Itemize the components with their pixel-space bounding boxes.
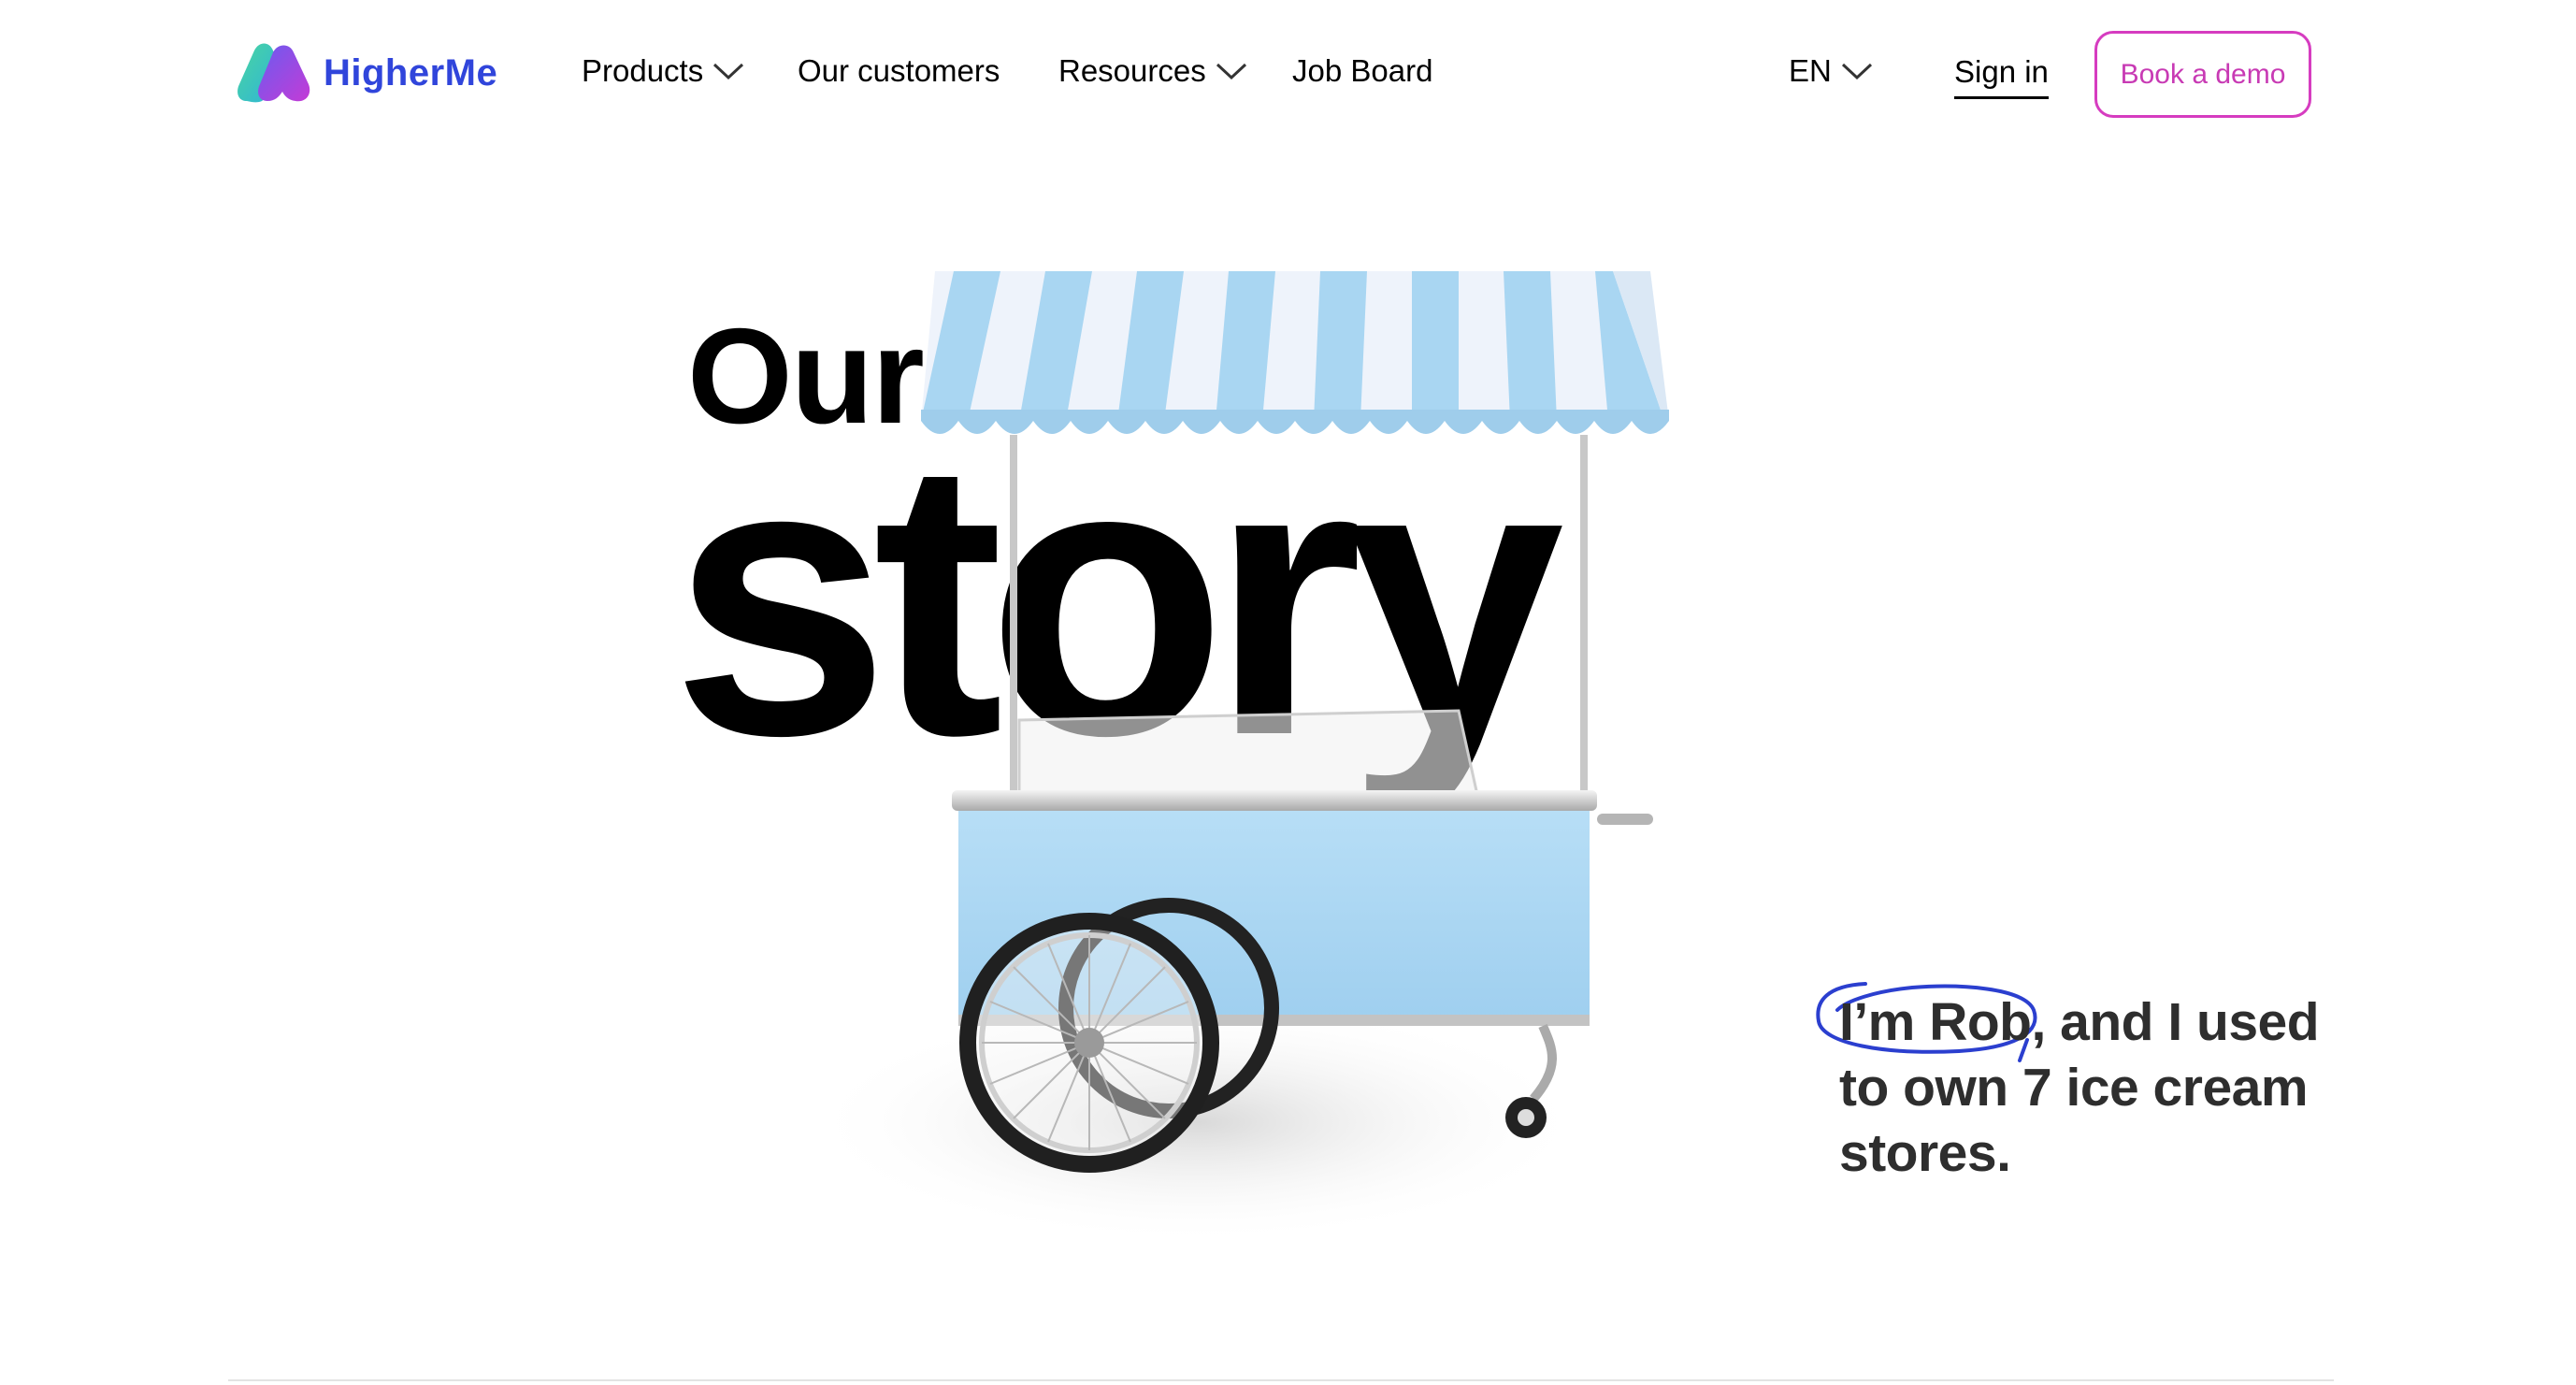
language-selector[interactable]: EN: [1789, 53, 1873, 89]
hero-intro-text: I’m Rob, and I used to own 7 ice cream s…: [1839, 989, 2325, 1186]
nav-resources[interactable]: Resources: [1058, 53, 1247, 89]
nav-our-customers-label: Our customers: [798, 53, 1000, 88]
language-label: EN: [1789, 53, 1832, 88]
nav-products[interactable]: Products: [582, 53, 744, 89]
chevron-down-icon: [713, 63, 744, 80]
nav-resources-label: Resources: [1058, 53, 1206, 88]
section-divider: [228, 1379, 2334, 1381]
nav-our-customers[interactable]: Our customers: [798, 53, 1000, 89]
higherme-logo-icon: [237, 43, 310, 103]
intro-highlight: I’m Rob,: [1839, 992, 2046, 1052]
chevron-down-icon: [1841, 63, 1872, 80]
nav-job-board-label: Job Board: [1292, 53, 1433, 88]
nav-products-label: Products: [582, 53, 704, 88]
book-demo-button[interactable]: Book a demo: [2094, 31, 2311, 118]
nav-job-board[interactable]: Job Board: [1292, 53, 1432, 89]
ice-cream-cart-illustration: [804, 271, 1669, 1244]
logo-text: HigherMe: [324, 51, 498, 94]
site-header: HigherMe Products Our customers Resource…: [0, 0, 2576, 159]
chevron-down-icon: [1216, 63, 1246, 80]
higherme-logo[interactable]: HigherMe: [236, 41, 497, 105]
sign-in-link[interactable]: Sign in: [1954, 53, 2049, 99]
